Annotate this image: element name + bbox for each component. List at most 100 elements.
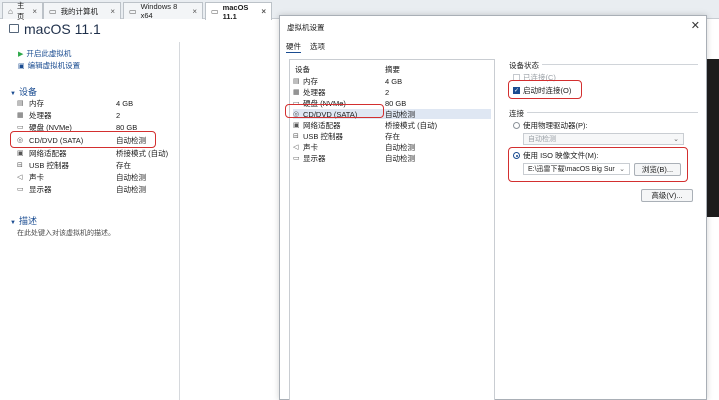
device-value: 2 <box>116 110 121 120</box>
usb-icon: ⊟ <box>293 133 299 140</box>
tab-home[interactable]: ⌂ 主页 × <box>2 1 43 21</box>
vm-title-text: macOS 11.1 <box>24 21 101 37</box>
collapse-icon: ▼ <box>10 91 16 97</box>
device-name: 内存 <box>29 98 44 108</box>
tab-hardware[interactable]: 硬件 <box>286 41 301 53</box>
tab-label: macOS 11.1 <box>222 2 249 21</box>
display-icon: ▭ <box>293 155 300 162</box>
list-item-network[interactable]: ▣ 网络适配器 桥接模式 (自动) <box>293 120 491 130</box>
collapse-icon: ▼ <box>10 220 16 226</box>
sound-icon: ◁ <box>293 144 299 151</box>
close-icon[interactable]: × <box>192 7 197 16</box>
connection-label: 连接 <box>509 109 524 118</box>
physical-drive-select[interactable]: 自动检测 ⌄ <box>523 133 684 145</box>
sound-icon: ◁ <box>17 174 23 181</box>
device-name: USB 控制器 <box>29 160 70 170</box>
device-row-network[interactable]: ▣ 网络适配器 桥接模式 (自动) <box>17 147 177 159</box>
physical-drive-label: 使用物理驱动器(P): <box>523 121 588 130</box>
vm-title: macOS 11.1 <box>9 21 101 37</box>
divider <box>527 112 698 113</box>
column-summary[interactable]: 摘要 <box>385 64 400 75</box>
device-value: 桥接模式 (自动) <box>116 148 169 158</box>
vm-icon <box>9 24 19 33</box>
list-item-name: 内存 <box>303 76 318 86</box>
close-icon[interactable]: ✕ <box>691 19 700 32</box>
edit-settings-label: 编辑虚拟机设置 <box>27 61 81 70</box>
physical-drive-value: 自动检测 <box>528 136 556 143</box>
device-value: 4 GB <box>116 98 134 108</box>
advanced-button[interactable]: 高级(V)... <box>641 189 693 202</box>
cpu-icon: ▦ <box>293 89 300 96</box>
physical-drive-radio[interactable]: 使用物理驱动器(P): <box>513 120 588 131</box>
description-text[interactable]: 在此处键入对该虚拟机的描述。 <box>17 228 115 238</box>
list-item-name: 声卡 <box>303 142 318 152</box>
cpu-icon: ▦ <box>17 112 24 119</box>
computer-icon: ▭ <box>49 6 57 16</box>
chevron-down-icon: ⌄ <box>673 136 679 143</box>
device-value: 自动检测 <box>116 184 146 194</box>
list-item-name: 显示器 <box>303 153 326 163</box>
home-icon: ⌂ <box>8 6 13 16</box>
edit-settings-link[interactable]: ▣ 编辑虚拟机设置 <box>18 60 80 71</box>
power-on-label: 开启此虚拟机 <box>26 49 72 58</box>
list-item-sound[interactable]: ◁ 声卡 自动检测 <box>293 142 491 152</box>
vm-icon: ▭ <box>129 6 137 16</box>
play-icon: ▶ <box>18 50 24 58</box>
tab-options[interactable]: 选项 <box>310 41 325 53</box>
background-window-edge <box>707 59 719 217</box>
device-row-usb[interactable]: ⊟ USB 控制器 存在 <box>17 159 177 171</box>
vm-settings-dialog: 虚拟机设置 ✕ 硬件 选项 设备 摘要 ▤ 内存 4 GB ▦ 处理器 2 ▭ … <box>279 15 707 400</box>
display-icon: ▭ <box>17 186 24 193</box>
tab-label: 我的计算机 <box>60 6 99 16</box>
device-value: 自动检测 <box>116 172 146 182</box>
list-item-cpu[interactable]: ▦ 处理器 2 <box>293 87 491 97</box>
radio-icon <box>513 122 520 129</box>
vm-preview-area <box>180 42 279 400</box>
dialog-tabs: 硬件 选项 <box>286 41 325 53</box>
tab-macos[interactable]: ▭ macOS 11.1 × <box>205 2 272 21</box>
list-item-value: 桥接模式 (自动) <box>385 120 438 130</box>
list-item-usb[interactable]: ⊟ USB 控制器 存在 <box>293 131 491 141</box>
network-icon: ▣ <box>293 122 300 129</box>
device-row-display[interactable]: ▭ 显示器 自动检测 <box>17 183 177 195</box>
device-value: 存在 <box>116 160 131 170</box>
dialog-title: 虚拟机设置 <box>287 23 325 32</box>
vm-summary-pane: ▶ 开启此虚拟机 ▣ 编辑虚拟机设置 ▼ 设备 ▤ 内存 4 GB ▦ 处理器 2… <box>0 42 180 400</box>
close-icon[interactable]: × <box>32 7 37 16</box>
usb-icon: ⊟ <box>17 162 23 169</box>
list-item-memory[interactable]: ▤ 内存 4 GB <box>293 76 491 86</box>
highlight-box <box>508 147 688 182</box>
list-item-name: 处理器 <box>303 87 326 97</box>
list-item-display[interactable]: ▭ 显示器 自动检测 <box>293 153 491 163</box>
list-item-name: 网络适配器 <box>303 120 341 130</box>
list-item-value: 自动检测 <box>385 142 415 152</box>
highlight-box <box>10 131 156 148</box>
tab-label: Windows 8 x64 <box>140 2 178 20</box>
memory-icon: ▤ <box>293 78 300 85</box>
column-device[interactable]: 设备 <box>295 64 385 75</box>
device-row-memory[interactable]: ▤ 内存 4 GB <box>17 97 177 109</box>
list-item-name: USB 控制器 <box>303 131 344 141</box>
power-on-link[interactable]: ▶ 开启此虚拟机 <box>18 48 71 59</box>
device-name: 网络适配器 <box>29 148 67 158</box>
device-name: 声卡 <box>29 172 44 182</box>
divider <box>542 64 698 65</box>
devices-header-label: 设备 <box>18 87 37 97</box>
highlight-box <box>508 80 582 99</box>
memory-icon: ▤ <box>17 100 24 107</box>
device-status-label: 设备状态 <box>509 61 539 70</box>
network-icon: ▣ <box>17 150 24 157</box>
device-name: 显示器 <box>29 184 52 194</box>
description-section-header[interactable]: ▼ 描述 <box>10 214 37 227</box>
tab-label: 主页 <box>16 1 25 21</box>
tab-my-computer[interactable]: ▭ 我的计算机 × <box>43 2 121 19</box>
close-icon[interactable]: × <box>261 7 266 16</box>
device-list-header: 设备 摘要 <box>295 64 493 75</box>
device-row-cpu[interactable]: ▦ 处理器 2 <box>17 109 177 121</box>
list-item-value: 存在 <box>385 131 400 141</box>
list-item-value: 4 GB <box>385 76 403 86</box>
edit-icon: ▣ <box>18 62 25 70</box>
device-row-sound[interactable]: ◁ 声卡 自动检测 <box>17 171 177 183</box>
close-icon[interactable]: × <box>110 7 115 16</box>
tab-windows8[interactable]: ▭ Windows 8 x64 × <box>123 2 203 20</box>
